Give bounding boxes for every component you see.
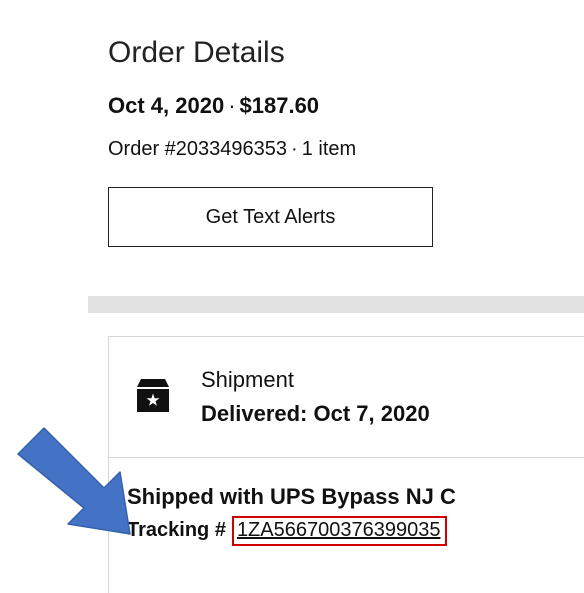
- tracking-number-link[interactable]: 1ZA566700376399035: [231, 516, 448, 546]
- order-total: $187.60: [239, 93, 320, 118]
- page-title: Order Details: [108, 36, 285, 69]
- shipment-card: Shipment Delivered: Oct 7, 2020 Shipped …: [108, 336, 584, 593]
- box-star-icon: [137, 379, 169, 412]
- order-date: Oct 4, 2020: [108, 93, 225, 118]
- tracking-label: Tracking #: [127, 519, 226, 541]
- summary-separator: ·: [228, 93, 236, 118]
- order-summary: Oct 4, 2020 · $187.60: [108, 93, 319, 119]
- pointer-arrow-icon: [17, 427, 131, 535]
- delivery-status: Delivered: Oct 7, 2020: [201, 401, 430, 426]
- carrier-info: Shipped with UPS Bypass NJ C: [127, 484, 456, 509]
- tracking-row: Tracking #1ZA566700376399035: [127, 516, 448, 546]
- shipment-label: Shipment: [201, 367, 294, 392]
- order-number: Order #2033496353: [108, 138, 288, 160]
- meta-separator: ·: [291, 138, 298, 160]
- card-divider: [109, 457, 584, 458]
- section-divider: [88, 296, 584, 313]
- order-meta: Order #2033496353 · 1 item: [108, 138, 356, 161]
- item-count: 1 item: [301, 138, 357, 160]
- get-text-alerts-button[interactable]: Get Text Alerts: [108, 187, 433, 247]
